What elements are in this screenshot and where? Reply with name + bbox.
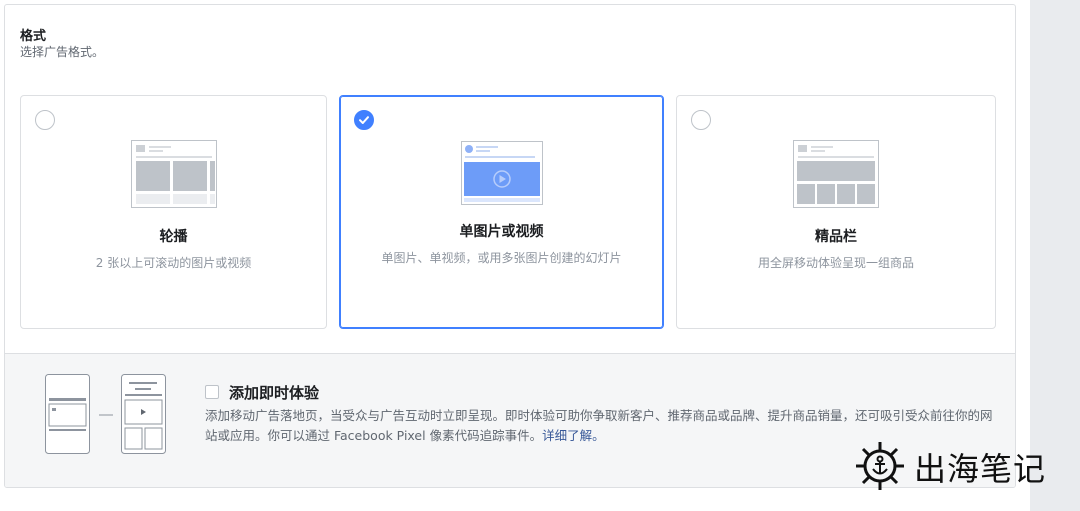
format-card-carousel[interactable]: 轮播 2 张以上可滚动的图片或视频: [20, 95, 327, 329]
instant-experience-checkbox[interactable]: [205, 385, 219, 399]
format-radio-single-image-video[interactable]: [354, 110, 374, 130]
section-subtitle: 选择广告格式。: [20, 45, 105, 59]
section-title: 格式: [20, 29, 47, 44]
single-image-video-illustration-icon: [460, 141, 543, 205]
learn-more-link[interactable]: 详细了解。: [542, 428, 605, 443]
instant-experience-illustration-icon: [45, 374, 166, 454]
format-title-single-image-video: 单图片或视频: [459, 224, 544, 240]
format-radio-carousel[interactable]: [35, 110, 55, 130]
format-panel: 格式 选择广告格式。 轮播 2 张以上可滚动的图片或视频 单图片或视频 单图片、…: [4, 4, 1016, 488]
format-desc-carousel: 2 张以上可滚动的图片或视频: [95, 256, 252, 270]
format-radio-collection[interactable]: [691, 110, 711, 130]
format-card-collection[interactable]: 精品栏 用全屏移动体验呈现一组商品: [676, 95, 996, 329]
collection-illustration-icon: [793, 140, 879, 208]
watermark: 出海笔记: [852, 438, 1052, 494]
right-gutter: [1030, 0, 1080, 511]
format-title-collection: 精品栏: [815, 229, 857, 245]
carousel-illustration-icon: [130, 140, 217, 208]
watermark-text: 出海笔记: [914, 450, 1047, 488]
instant-experience-label: 添加即时体验: [229, 384, 320, 402]
ship-wheel-anchor-icon: [856, 442, 904, 490]
format-desc-collection: 用全屏移动体验呈现一组商品: [757, 256, 914, 270]
format-card-single-image-video[interactable]: 单图片或视频 单图片、单视频，或用多张图片创建的幻灯片: [339, 95, 664, 329]
format-title-carousel: 轮播: [159, 229, 188, 245]
checkmark-icon: [359, 116, 369, 124]
format-desc-single-image-video: 单图片、单视频，或用多张图片创建的幻灯片: [381, 251, 622, 265]
